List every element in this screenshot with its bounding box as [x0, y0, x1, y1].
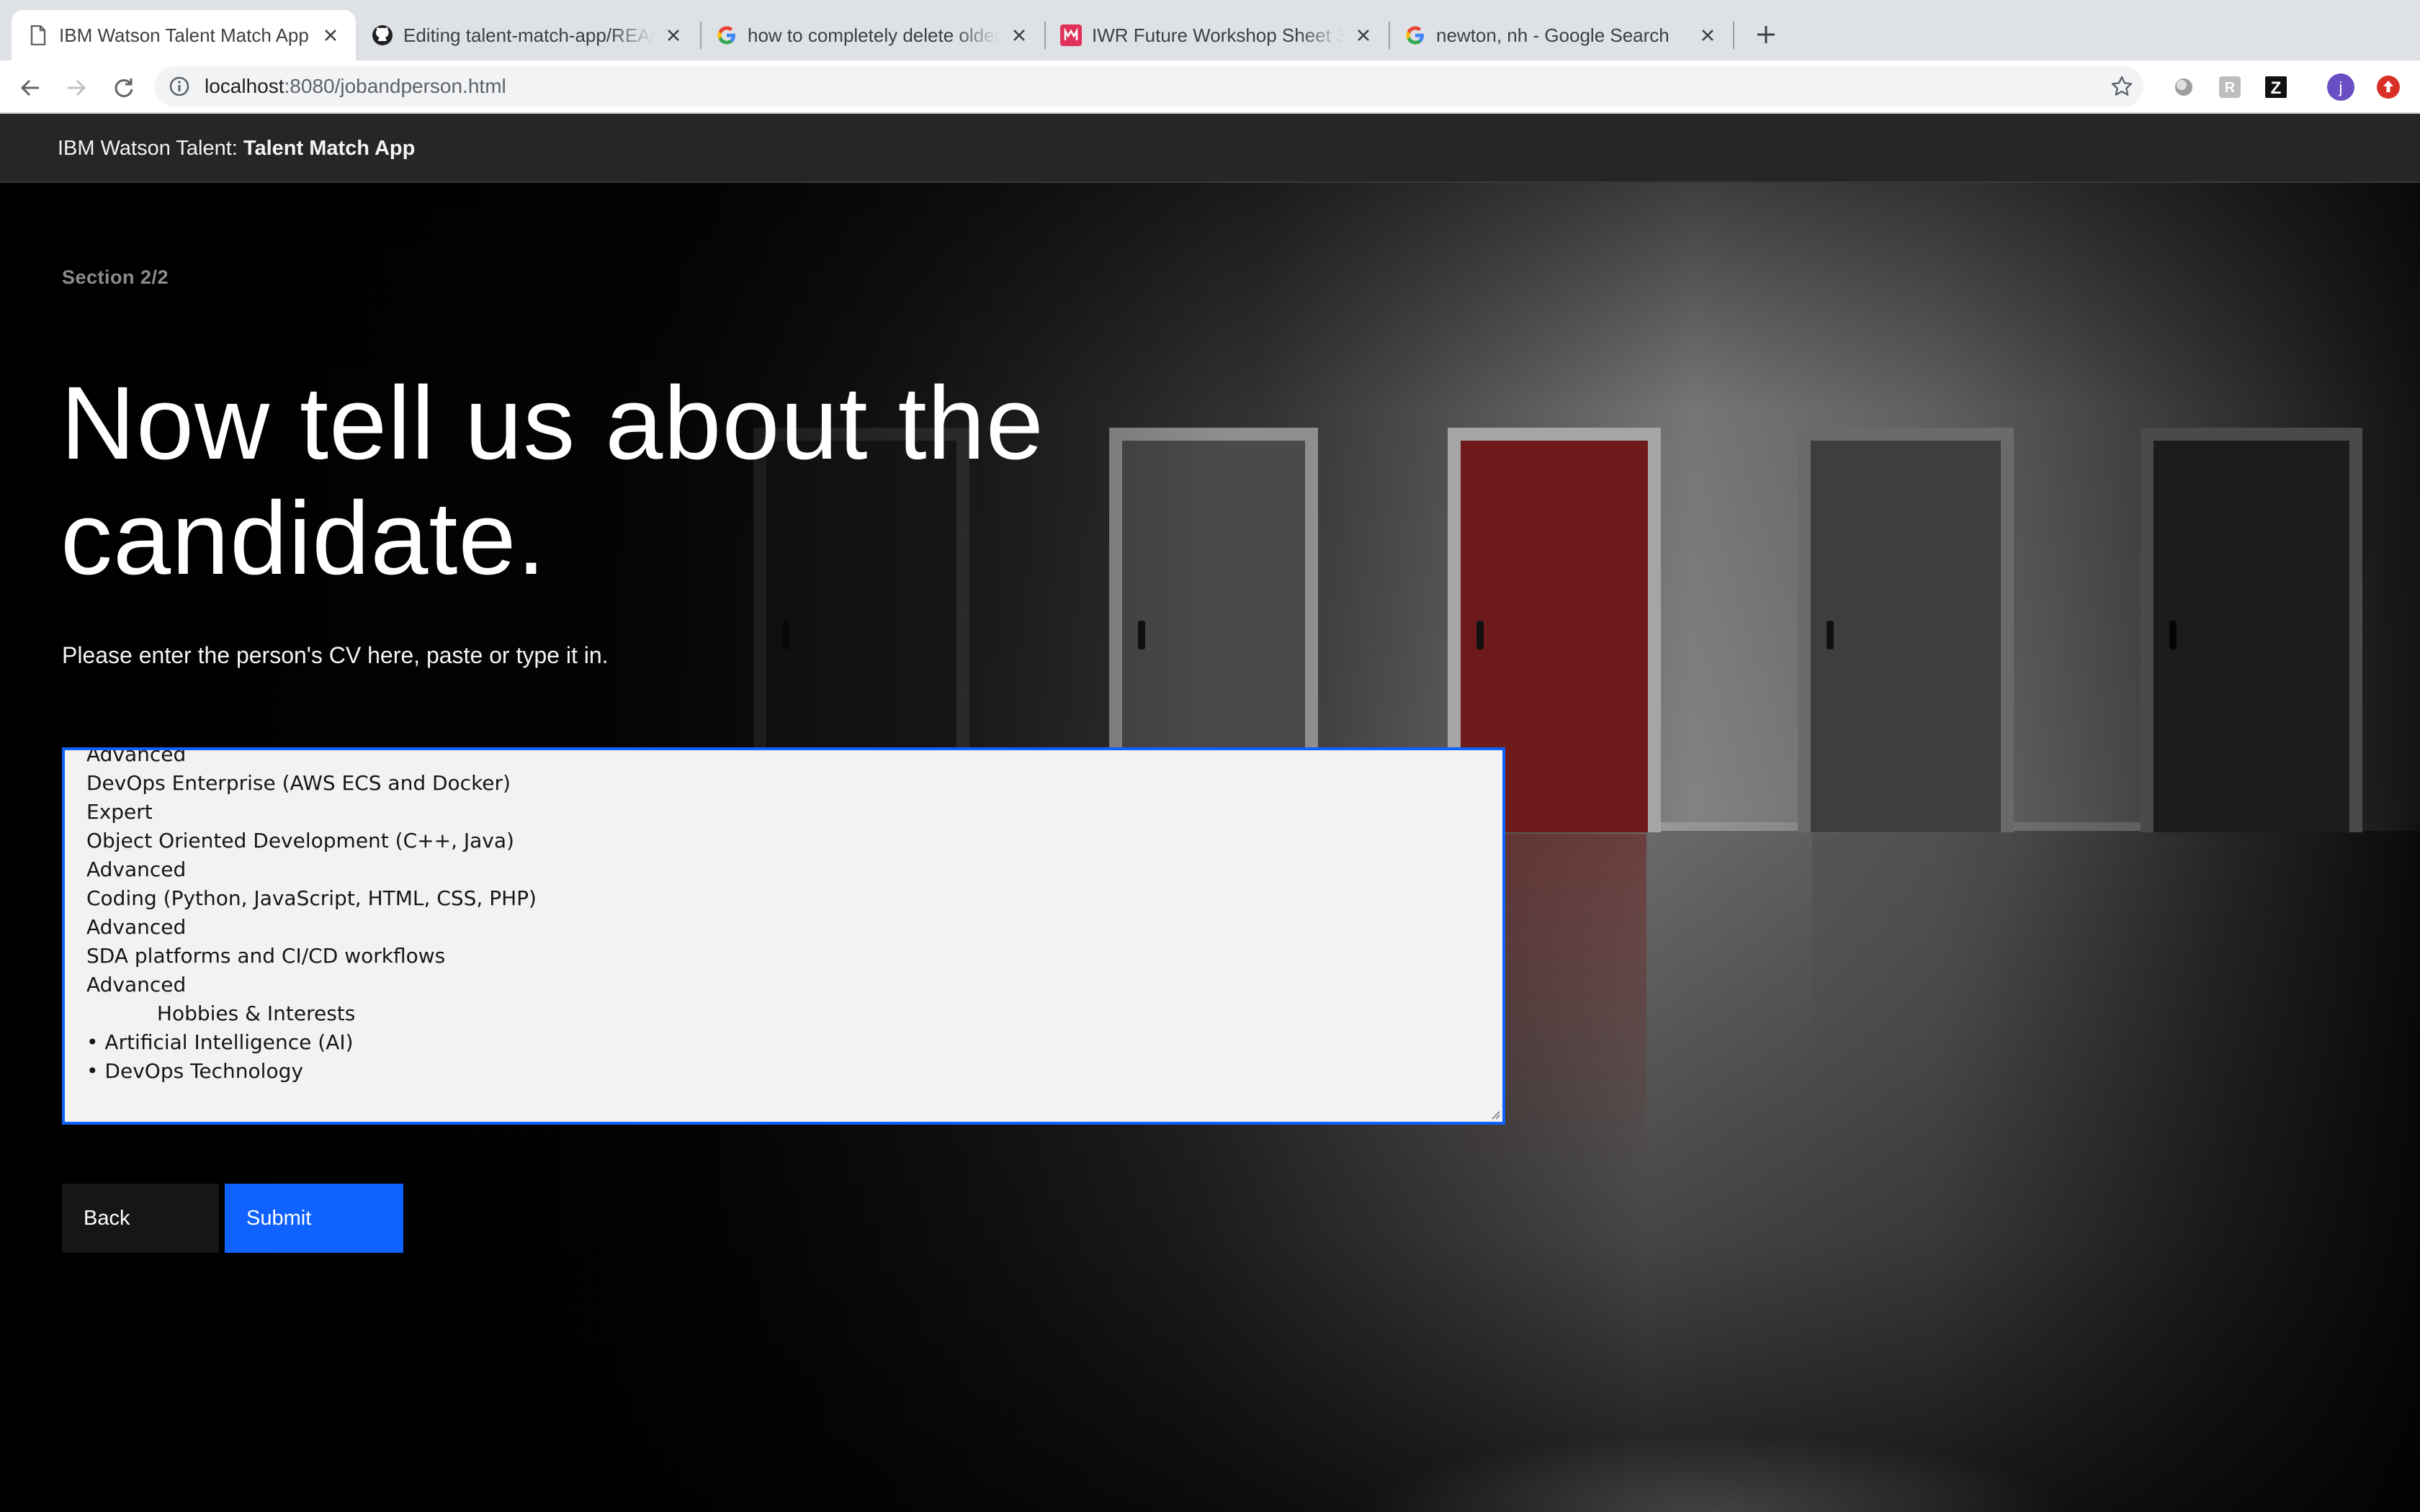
- url-host: localhost: [205, 75, 284, 97]
- extension-circle-icon[interactable]: [2169, 73, 2198, 102]
- url-text: localhost:8080/jobandperson.html: [205, 66, 506, 107]
- cv-line: Object Oriented Development (C++, Java): [86, 829, 514, 852]
- google-icon: [1404, 24, 1426, 46]
- cv-line: • Artificial Intelligence (AI): [86, 1030, 354, 1054]
- reload-icon[interactable]: [108, 72, 140, 104]
- close-icon[interactable]: [1695, 23, 1720, 48]
- tab-newton-nh[interactable]: newton, nh - Google Search: [1389, 10, 1733, 60]
- cv-line: SDA platforms and CI/CD workflows: [86, 944, 446, 968]
- profile-avatar-icon[interactable]: j: [2326, 73, 2355, 102]
- door-gray-2: [1798, 428, 2014, 832]
- google-icon: [716, 24, 738, 46]
- new-tab-icon[interactable]: [1750, 19, 1782, 50]
- section-label: Section 2/2: [62, 266, 169, 288]
- cv-line: Hobbies & Interests: [86, 1002, 356, 1025]
- brand-prefix: IBM Watson Talent:: [58, 137, 243, 160]
- back-arrow-icon[interactable]: [14, 72, 46, 104]
- tab-title: Editing talent-match-app/README: [403, 24, 654, 46]
- cv-line: Expert: [86, 800, 153, 824]
- document-icon: [27, 24, 49, 46]
- extension-r-icon[interactable]: R: [2215, 73, 2244, 102]
- tab-title: IBM Watson Talent Match App: [59, 24, 309, 46]
- zotero-glyph: Z: [2271, 78, 2282, 98]
- app-brand[interactable]: IBM Watson Talent: Talent Match App: [58, 114, 415, 183]
- tab-github-readme[interactable]: Editing talent-match-app/README: [356, 10, 699, 60]
- cv-line: Coding (Python, JavaScript, HTML, CSS, P…: [86, 886, 537, 910]
- update-icon[interactable]: [2374, 73, 2403, 102]
- forward-arrow-icon[interactable]: [60, 72, 92, 104]
- url-path: :8080/jobandperson.html: [284, 75, 506, 97]
- close-icon[interactable]: [1351, 23, 1376, 48]
- cv-line: Advanced: [86, 915, 187, 939]
- cv-text-content: Advanced DevOps Enterprise (AWS ECS and D…: [86, 747, 1481, 1086]
- submit-button[interactable]: Submit: [225, 1184, 403, 1253]
- close-icon[interactable]: [318, 23, 343, 48]
- close-icon[interactable]: [661, 23, 686, 48]
- miro-icon: [1060, 24, 1082, 46]
- door-dark: [2141, 428, 2362, 832]
- app-header: IBM Watson Talent: Talent Match App: [0, 114, 2420, 183]
- tab-talent-match-app[interactable]: IBM Watson Talent Match App: [12, 10, 356, 60]
- zotero-icon[interactable]: Z: [2262, 73, 2290, 102]
- close-icon[interactable]: [1007, 23, 1031, 48]
- tab-title: IWR Future Workshop Sheet 3: [1092, 24, 1344, 46]
- brand-name: Talent Match App: [243, 137, 416, 160]
- instructions-text: Please enter the person's CV here, paste…: [62, 642, 609, 668]
- cv-line: DevOps Enterprise (AWS ECS and Docker): [86, 771, 511, 795]
- bookmark-star-icon[interactable]: [2107, 72, 2136, 101]
- cv-line: Advanced: [86, 973, 187, 996]
- address-bar[interactable]: localhost:8080/jobandperson.html: [154, 66, 2143, 107]
- info-icon[interactable]: [169, 76, 190, 97]
- back-button[interactable]: Back: [62, 1184, 219, 1253]
- resize-handle-icon[interactable]: [1488, 1107, 1501, 1120]
- tab-separator: [1733, 22, 1734, 49]
- cv-textarea[interactable]: Advanced DevOps Enterprise (AWS ECS and D…: [62, 747, 1505, 1125]
- page-title: Now tell us about the candidate.: [60, 365, 1044, 596]
- cv-line: Advanced: [86, 747, 187, 766]
- tab-title: newton, nh - Google Search: [1436, 24, 1670, 46]
- profile-initial: j: [2339, 78, 2343, 96]
- cv-line: • DevOps Technology: [86, 1059, 303, 1083]
- cv-line: Advanced: [86, 858, 187, 881]
- browser-tab-strip: IBM Watson Talent Match App Editing tale…: [0, 0, 2420, 60]
- extension-r-glyph: R: [2225, 80, 2236, 96]
- tab-google-delete[interactable]: how to completely delete older: [700, 10, 1044, 60]
- github-icon: [372, 24, 393, 46]
- tab-title: how to completely delete older: [748, 24, 1000, 46]
- tab-iwr-workshop[interactable]: IWR Future Workshop Sheet 3: [1044, 10, 1389, 60]
- browser-toolbar: localhost:8080/jobandperson.html R Z j: [0, 60, 2420, 114]
